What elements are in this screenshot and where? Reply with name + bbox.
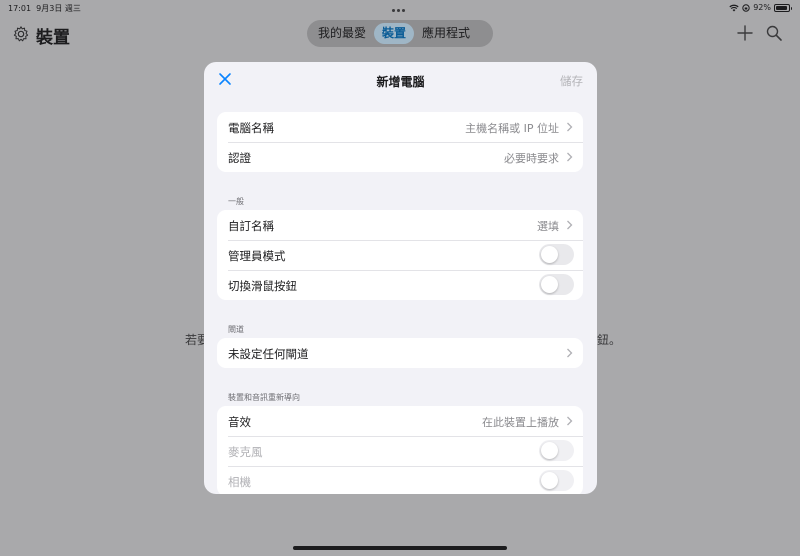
- orientation-lock-icon: [742, 3, 750, 12]
- battery-fill: [776, 5, 788, 10]
- custom-name-value: 選填: [537, 220, 559, 233]
- gateway-label: 未設定任何閘道: [228, 347, 309, 361]
- chevron-right-icon: [567, 152, 573, 162]
- save-button[interactable]: 儲存: [560, 73, 583, 89]
- home-indicator[interactable]: [293, 546, 507, 550]
- status-time: 17:01: [8, 4, 32, 13]
- tab-devices[interactable]: 裝置: [374, 23, 415, 44]
- microphone-toggle[interactable]: [539, 440, 574, 461]
- sheet-header: 新增電腦 儲存: [204, 62, 597, 100]
- add-icon[interactable]: [736, 24, 754, 42]
- pc-name-row[interactable]: 電腦名稱 主機名稱或 IP 位址: [217, 112, 583, 142]
- camera-label: 相機: [228, 475, 251, 489]
- search-icon[interactable]: [765, 24, 783, 42]
- add-pc-sheet: 新增電腦 儲存 電腦名稱 主機名稱或 IP 位址 認證 必要時要求 一般 自訂名…: [204, 62, 597, 494]
- credentials-label: 認證: [228, 151, 251, 165]
- microphone-label: 麥克風: [228, 445, 263, 459]
- custom-name-row[interactable]: 自訂名稱 選填: [217, 210, 583, 240]
- swap-mouse-row: 切換滑鼠按鈕: [217, 270, 583, 300]
- pc-name-placeholder: 主機名稱或 IP 位址: [465, 122, 559, 135]
- computer-group: 電腦名稱 主機名稱或 IP 位址 認證 必要時要求: [217, 112, 583, 172]
- empty-state-text-right: 鈕。: [597, 333, 622, 347]
- status-date: 9月3日 週三: [36, 4, 81, 13]
- admin-mode-row: 管理員模式: [217, 240, 583, 270]
- tab-favorites[interactable]: 我的最愛: [310, 23, 374, 44]
- chevron-right-icon: [567, 348, 573, 358]
- sheet-title: 新增電腦: [376, 75, 425, 89]
- gateway-row[interactable]: 未設定任何閘道: [217, 338, 583, 368]
- general-group: 自訂名稱 選填 管理員模式 切換滑鼠按鈕: [217, 210, 583, 300]
- admin-mode-toggle[interactable]: [539, 244, 574, 265]
- status-indicators: 92%: [729, 3, 792, 12]
- status-bar: 17:01 9月3日 週三 92%: [0, 0, 800, 16]
- page-title: 裝置: [36, 28, 70, 48]
- multitasking-dots-icon[interactable]: [392, 5, 408, 12]
- swap-mouse-label: 切換滑鼠按鈕: [228, 279, 297, 293]
- redirection-group: 音效 在此裝置上播放 麥克風 相機: [217, 406, 583, 494]
- sound-row[interactable]: 音效 在此裝置上播放: [217, 406, 583, 436]
- chevron-right-icon: [567, 122, 573, 132]
- gear-icon[interactable]: [12, 25, 30, 43]
- camera-row: 相機: [217, 466, 583, 494]
- chevron-right-icon: [567, 220, 573, 230]
- tab-apps[interactable]: 應用程式: [414, 23, 478, 44]
- pc-name-label: 電腦名稱: [228, 121, 274, 135]
- general-section-header: 一般: [228, 197, 244, 206]
- microphone-row: 麥克風: [217, 436, 583, 466]
- sound-label: 音效: [228, 415, 251, 429]
- chevron-right-icon: [567, 416, 573, 426]
- sound-value: 在此裝置上播放: [482, 416, 559, 429]
- camera-toggle[interactable]: [539, 470, 574, 491]
- status-time-date: 17:01 9月3日 週三: [8, 3, 81, 14]
- navigation-bar: 裝置 我的最愛 裝置 應用程式: [0, 20, 800, 48]
- wifi-icon: [729, 4, 739, 11]
- credentials-row[interactable]: 認證 必要時要求: [217, 142, 583, 172]
- gateway-group: 未設定任何閘道: [217, 338, 583, 368]
- battery-icon: [774, 3, 792, 12]
- credentials-value: 必要時要求: [504, 152, 559, 165]
- gateway-section-header: 閘道: [228, 325, 244, 334]
- segmented-control: 我的最愛 裝置 應用程式: [307, 20, 493, 47]
- custom-name-label: 自訂名稱: [228, 219, 274, 233]
- redirection-section-header: 裝置和音訊重新導向: [228, 393, 300, 402]
- swap-mouse-toggle[interactable]: [539, 274, 574, 295]
- admin-mode-label: 管理員模式: [228, 249, 286, 263]
- battery-percent: 92%: [753, 3, 771, 12]
